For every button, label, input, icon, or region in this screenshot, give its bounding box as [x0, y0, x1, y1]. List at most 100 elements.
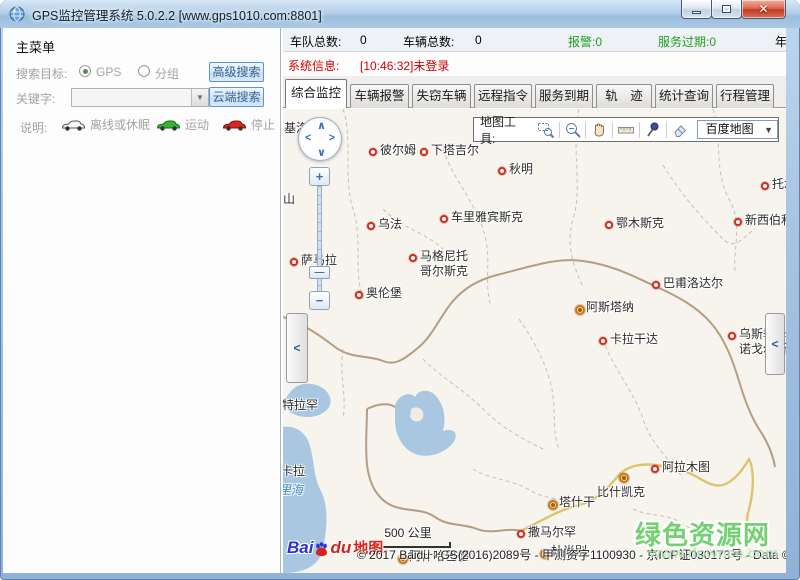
map-label-text: 比什凯克 — [597, 485, 645, 500]
map-provider-value: 百度地图 — [706, 122, 754, 136]
map-label-text: 鄂木斯克 — [616, 216, 664, 231]
map-label-text: 下塔吉尔 — [431, 143, 479, 158]
system-info-bar: 系统信息: [10:46:32]未登录 — [283, 53, 786, 76]
city-marker-icon — [651, 465, 659, 473]
legend-text-moving: 运动 — [185, 116, 209, 133]
search-target-label: 搜索目标: — [16, 65, 67, 82]
baidu-paw-icon — [314, 541, 329, 557]
tab-track[interactable]: 轨 迹 — [596, 84, 652, 108]
fleet-total-label: 车队总数: — [290, 33, 341, 50]
city-marker-icon — [369, 148, 377, 156]
map-label-text: 里海 — [283, 483, 303, 498]
city-marker-icon — [734, 218, 742, 226]
capital-marker-icon — [575, 305, 585, 315]
close-button[interactable]: ✕ — [741, 0, 786, 19]
city-marker-icon — [599, 337, 607, 345]
tab-statistics[interactable]: 统计查询 — [655, 84, 713, 108]
minimize-button[interactable] — [681, 0, 712, 19]
zoom-in-button[interactable]: + — [309, 167, 330, 186]
alarm-label: 报警:0 — [568, 33, 602, 50]
cloud-search-button[interactable]: 云端搜索 — [209, 87, 264, 107]
city-marker-icon — [420, 148, 428, 156]
city-marker-icon — [605, 221, 613, 229]
pan-up-icon[interactable]: ∧ — [317, 119, 326, 132]
sidebar: 主菜单 搜索目标: GPS 分组 高级搜索 关键字: ▼ 云端搜索 说明: 离线… — [3, 28, 281, 573]
car-stopped-icon — [222, 118, 247, 132]
collapse-right-panel-button[interactable]: < — [765, 313, 785, 375]
map-label-text: 塔什干 — [559, 495, 595, 510]
zoom-out-button[interactable]: − — [309, 291, 330, 310]
zoom-out-tool-icon[interactable] — [561, 120, 585, 139]
tab-stolen-vehicle[interactable]: 失窃车辆 — [412, 84, 471, 108]
map-toolbar: 地图工具: — [473, 117, 779, 142]
radio-gps-label: GPS — [96, 65, 121, 79]
tab-trip-management[interactable]: 行程管理 — [716, 84, 774, 108]
map-label-text: 马哈奇卡拉 — [283, 464, 305, 479]
app-globe-icon — [9, 6, 25, 22]
baidu-logo-bai: Bai — [287, 538, 313, 558]
system-info-label: 系统信息: — [288, 57, 339, 74]
legend-text-offline: 离线或休眠 — [90, 116, 150, 133]
stats-bar: 车队总数: 0 车辆总数: 0 报警:0 服务过期:0 年 — [283, 28, 786, 52]
window-title: GPS监控管理系统 5.0.2.2 [www.gps1010.com:8801] — [32, 5, 322, 24]
tab-remote-command[interactable]: 远程指令 — [474, 84, 532, 108]
map-label-text: 彼尔姆 — [380, 143, 416, 158]
window-controls: ✕ — [682, 0, 786, 19]
tab-monitor[interactable]: 综合监控 — [285, 79, 347, 108]
advanced-search-button[interactable]: 高级搜索 — [209, 62, 264, 82]
radio-group-label: 分组 — [155, 65, 179, 82]
map-label-text: 乌法 — [378, 217, 402, 232]
capital-marker-icon — [619, 473, 629, 483]
legend-item-stopped: 停止 — [222, 116, 275, 133]
pan-left-icon[interactable]: < — [305, 132, 311, 144]
title-bar[interactable]: GPS监控管理系统 5.0.2.2 [www.gps1010.com:8801]… — [0, 0, 800, 28]
maximize-button[interactable] — [711, 0, 742, 19]
map-label-text: 阿斯特拉罕 — [283, 398, 318, 413]
city-marker-icon — [440, 215, 448, 223]
map-label-text: 卡拉干达 — [610, 332, 658, 347]
tab-vehicle-alarm[interactable]: 车辆报警 — [350, 84, 409, 108]
keyword-combobox[interactable]: ▼ — [71, 88, 209, 107]
legend-label: 说明: — [20, 119, 47, 136]
app-window: GPS监控管理系统 5.0.2.2 [www.gps1010.com:8801]… — [0, 0, 800, 580]
map-canvas[interactable]: ∧ ∨ < > + — − 地图工具: — [283, 109, 786, 573]
radio-gps[interactable] — [79, 65, 91, 77]
radio-group[interactable] — [138, 65, 150, 77]
collapse-left-panel-button[interactable]: < — [286, 313, 308, 383]
eraser-icon[interactable] — [668, 120, 692, 139]
pan-hand-icon[interactable] — [587, 120, 611, 139]
city-marker-icon — [409, 254, 417, 262]
ruler-icon[interactable] — [614, 120, 638, 139]
watermark-site-url: www.downcc.com — [649, 545, 778, 562]
pan-right-icon[interactable]: > — [329, 132, 335, 144]
legend-item-moving: 运动 — [156, 116, 209, 133]
map-label-text: 马格尼托哥尔斯克 — [420, 249, 468, 279]
map-label-text: 秋明 — [509, 162, 533, 177]
keyword-label: 关键字: — [16, 90, 55, 107]
push-pin-icon[interactable] — [641, 120, 665, 139]
map-label-text: 托木斯克 — [772, 177, 786, 192]
main-menu-title: 主菜单 — [16, 37, 55, 56]
tab-service-due[interactable]: 服务到期 — [535, 84, 593, 108]
city-marker-icon — [367, 222, 375, 230]
marquee-zoom-icon[interactable] — [534, 120, 558, 139]
city-marker-icon — [761, 182, 769, 190]
map-provider-dropdown[interactable]: 百度地图 ▼ — [697, 120, 778, 139]
pan-down-icon[interactable]: ∨ — [317, 146, 326, 159]
chevron-down-icon[interactable]: ▼ — [191, 89, 208, 106]
vehicle-total-label: 车辆总数: — [403, 33, 454, 50]
car-offline-icon — [61, 118, 86, 132]
baidu-logo-du: du — [330, 538, 351, 558]
map-pan-control[interactable]: ∧ ∨ < > — [298, 117, 342, 161]
map-label-text: 巴甫洛达尔 — [663, 276, 723, 291]
maximize-icon — [722, 5, 731, 13]
close-icon: ✕ — [758, 2, 768, 16]
city-marker-icon — [728, 332, 736, 340]
legend-row: 说明: 离线或休眠 运动 — [3, 116, 281, 136]
service-expired-label: 服务过期:0 — [658, 33, 716, 50]
map-tools-label: 地图工具: — [480, 113, 531, 147]
city-marker-icon — [290, 258, 298, 266]
minimize-icon — [692, 11, 701, 14]
zoom-slider-handle[interactable]: — — [309, 266, 330, 279]
capital-marker-icon — [548, 500, 558, 510]
